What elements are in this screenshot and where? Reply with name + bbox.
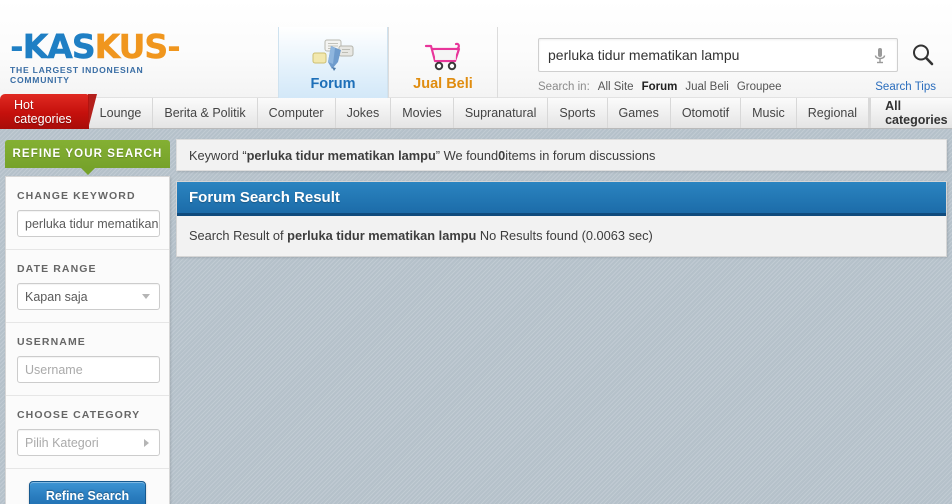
section-change-keyword: CHANGE KEYWORD perluka tidur mematikan l… (6, 177, 169, 250)
date-range-value: Kapan saja (25, 289, 88, 304)
all-categories-dropdown[interactable]: All categories (870, 98, 952, 128)
choose-category-select[interactable]: Pilih Kategori (17, 429, 160, 456)
nav-item-games[interactable]: Games (608, 98, 671, 128)
chevron-right-icon (144, 438, 149, 447)
microphone-icon[interactable] (873, 46, 887, 71)
category-navbar: Hot categories Lounge Berita & Politik C… (0, 94, 952, 129)
keyword-term: perluka tidur mematikan lampu (246, 147, 436, 163)
search-tips-link[interactable]: Search Tips (875, 81, 936, 93)
section-username: USERNAME Username (6, 323, 169, 396)
forum-search-result-panel: Forum Search Result Search Result of per… (176, 181, 947, 257)
all-categories-label: All categories (885, 99, 948, 127)
search-scope-all-site[interactable]: All Site (598, 81, 634, 93)
logo-tagline: THE LARGEST INDONESIAN COMMUNITY (10, 65, 144, 85)
change-keyword-input[interactable]: perluka tidur mematikan lampu (17, 210, 160, 237)
choose-category-label: CHOOSE CATEGORY (17, 409, 141, 421)
keyword-middle: ” We found (435, 147, 499, 163)
nav-item-music[interactable]: Music (741, 98, 797, 128)
logo-kus: KUS (94, 27, 168, 66)
username-placeholder: Username (25, 362, 83, 377)
hot-categories-label: Hot categories (14, 97, 72, 126)
date-range-label: DATE RANGE (17, 263, 97, 275)
channel-tab-forum-label: Forum (310, 76, 356, 92)
nav-item-supranatural[interactable]: Supranatural (454, 98, 549, 128)
search-scope-row: Search in: All Site Forum Jual Beli Grou… (538, 81, 938, 93)
nav-item-sports[interactable]: Sports (548, 98, 608, 128)
channel-tab-jualbeli-label: Jual Beli (413, 76, 473, 92)
shopping-cart-icon (421, 35, 465, 75)
nav-item-otomotif[interactable]: Otomotif (671, 98, 742, 128)
username-input[interactable]: Username (17, 356, 160, 383)
kaskus-logo[interactable]: -KASKUS- THE LARGEST INDONESIAN COMMUNIT… (10, 27, 200, 85)
nav-item-berita-politik[interactable]: Berita & Politik (153, 98, 258, 128)
nav-item-regional[interactable]: Regional (797, 98, 870, 128)
username-label: USERNAME (17, 336, 86, 348)
search-box[interactable] (538, 38, 898, 72)
chevron-down-icon (142, 294, 150, 299)
search-scope-label: Search in: (538, 81, 590, 93)
refine-search-sidebar: CHANGE KEYWORD perluka tidur mematikan l… (5, 176, 170, 504)
forum-search-result-title: Forum Search Result (177, 182, 946, 216)
channel-tab-jualbeli[interactable]: Jual Beli (388, 27, 498, 98)
search-scope-forum[interactable]: Forum (642, 81, 678, 93)
search-scope-jual-beli[interactable]: Jual Beli (685, 81, 728, 93)
result-body-prefix: Search Result of (189, 228, 288, 243)
result-body-suffix: No Results found (0.0063 sec) (476, 228, 653, 243)
logo-kas: KAS (22, 27, 95, 66)
magnifier-icon[interactable] (910, 42, 936, 73)
forum-search-result-body: Search Result of perluka tidur mematikan… (177, 216, 946, 256)
date-range-select[interactable]: Kapan saja (17, 283, 160, 310)
result-body-keyword: perluka tidur mematikan lampu (287, 228, 477, 243)
logo-dash-left: - (10, 27, 24, 66)
forum-bubbles-icon (311, 35, 355, 75)
hot-categories-tab[interactable]: Hot categories (0, 94, 97, 129)
site-header: -KASKUS- THE LARGEST INDONESIAN COMMUNIT… (0, 0, 952, 98)
channel-tabs: Forum Jual Beli (278, 27, 498, 98)
refine-button-row: Refine Search (6, 469, 169, 504)
keyword-result-count: 0 (498, 147, 506, 163)
refine-your-search-label: REFINE YOUR SEARCH (12, 148, 163, 160)
section-date-range: DATE RANGE Kapan saja (6, 250, 169, 323)
search-scope-groupee[interactable]: Groupee (737, 81, 782, 93)
nav-item-jokes[interactable]: Jokes (336, 98, 392, 128)
logo-wordmark: -KASKUS- (10, 27, 200, 66)
keyword-prefix: Keyword “ (189, 147, 247, 163)
nav-item-lounge[interactable]: Lounge (89, 98, 154, 128)
refine-search-button[interactable]: Refine Search (28, 481, 147, 504)
change-keyword-value: perluka tidur mematikan lampu (25, 216, 159, 231)
channel-tab-forum[interactable]: Forum (278, 27, 388, 98)
section-choose-category: CHOOSE CATEGORY Pilih Kategori (6, 396, 169, 469)
refine-your-search-tab: REFINE YOUR SEARCH (5, 140, 170, 168)
nav-item-movies[interactable]: Movies (391, 98, 454, 128)
change-keyword-label: CHANGE KEYWORD (17, 190, 136, 202)
search-input[interactable] (548, 41, 848, 69)
keyword-suffix: items in forum discussions (505, 147, 656, 163)
nav-item-computer[interactable]: Computer (258, 98, 336, 128)
search-area: Search in: All Site Forum Jual Beli Grou… (538, 38, 938, 93)
choose-category-placeholder: Pilih Kategori (25, 435, 99, 450)
keyword-summary-bar: Keyword “perluka tidur mematikan lampu” … (176, 139, 947, 171)
logo-dash-right: - (167, 27, 181, 66)
